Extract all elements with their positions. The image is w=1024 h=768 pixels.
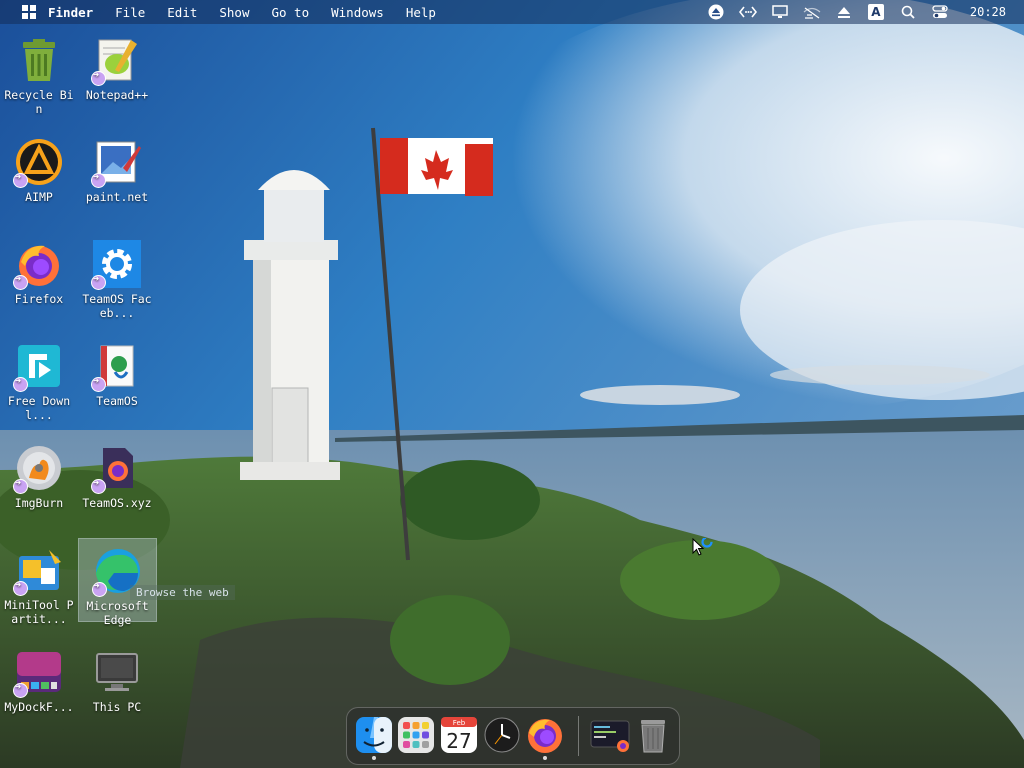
desktop-icon-label: ImgBurn [14,496,64,510]
dock-item-calendar[interactable]: Feb 27 [440,716,478,754]
dock: Feb 27 [346,707,680,765]
dock-item-clock[interactable] [483,716,521,754]
upload-icon[interactable] [835,3,853,21]
desktop-icon-label: TeamOS [96,394,138,408]
desktop-icon-teamos-xyz[interactable]: TeamOS.xyz [80,436,154,532]
desktop-icon-label: Firefox [14,292,64,306]
shortcut-arrow-icon [13,579,28,596]
menubar-clock[interactable]: 20:28 [970,5,1006,19]
keyboard-layout-icon[interactable]: A [867,3,885,21]
network-off-icon[interactable] [803,3,821,21]
dock-item-launchpad[interactable] [397,716,435,754]
menu-finder[interactable]: Finder [48,5,93,20]
display-icon[interactable] [771,3,789,21]
desktop-icon-label: Free Downl... [7,394,71,422]
desktop-icon-label: AIMP [25,190,53,204]
firefox-icon [13,240,63,290]
desktop-icon-free-download-manager[interactable]: Free Downl... [2,334,76,430]
trash-icon [641,720,665,753]
desktop-icon-mydockfinder[interactable]: MyDockF... [2,640,76,736]
running-indicator [543,756,547,760]
desktop-icon-firefox[interactable]: Firefox [2,232,76,328]
firefox-icon [528,719,562,753]
menu-file[interactable]: File [115,5,145,20]
calendar-day: 27 [446,729,471,753]
windows-logo-icon[interactable] [22,5,36,19]
shortcut-arrow-icon [13,681,28,698]
desktop-icon-label: MiniTool Partit... [4,598,74,626]
finder-icon [356,717,392,753]
shortcut-arrow-icon [91,273,106,290]
shortcut-arrow-icon [13,477,28,494]
teamos-xyz-icon [91,444,141,494]
desktop-icon-label: Microsoft Edge [86,599,149,627]
desktop-icon-paint-net[interactable]: paint.net [80,130,154,226]
gear-icon [91,240,141,290]
launchpad-icon [398,717,434,753]
desktop-icon-notepad-plus-plus[interactable]: Notepad++ [80,28,154,124]
dock-item-trash[interactable] [634,716,672,754]
control-center-icon[interactable] [931,3,949,21]
desktop-icon-teamos-facebook[interactable]: TeamOS Faceb... [80,232,154,328]
minitool-partition-icon [13,546,63,596]
desktop-icon-recycle-bin[interactable]: Recycle Bin [2,28,76,124]
eject-icon[interactable] [707,3,725,21]
shortcut-arrow-icon [13,273,28,290]
dock-item-terminal[interactable] [590,716,630,754]
desktop-icon-label: paint.net [85,190,149,204]
shortcut-arrow-icon [91,477,106,494]
mydockfinder-icon [13,648,63,698]
desktop-icon-label: This PC [92,700,142,714]
desktop-icon-label: TeamOS Faceb... [82,292,152,320]
search-icon[interactable] [899,3,917,21]
code-icon[interactable] [738,3,757,21]
terminal-icon [590,720,630,752]
menu-windows[interactable]: Windows [331,5,384,20]
shortcut-arrow-icon [13,171,28,188]
desktop-icon-microsoft-edge[interactable]: Microsoft Edge [78,538,157,627]
desktop-icon-label: TeamOS.xyz [82,496,152,510]
edge-tooltip: Browse the web [130,585,235,600]
menu-go-to[interactable]: Go to [271,5,309,20]
recycle-bin-icon [15,36,63,84]
aimp-icon [13,138,63,188]
menu-bar: Finder File Edit Show Go to Windows Help… [0,0,1024,24]
desktop-icon-teamos[interactable]: TeamOS [80,334,154,430]
menu-show[interactable]: Show [219,5,249,20]
shortcut-arrow-icon [91,375,106,392]
running-indicator [372,756,376,760]
desktop-icon-this-pc[interactable]: This PC [80,640,154,736]
calendar-month: Feb [453,719,466,727]
desktop-icon-aimp[interactable]: AIMP [2,130,76,226]
imgburn-icon [13,444,63,494]
paint-net-icon [91,138,141,188]
clock-icon [484,717,520,753]
menu-edit[interactable]: Edit [167,5,197,20]
teamos-icon [91,342,141,392]
desktop-icon-minitool-partition[interactable]: MiniTool Partit... [2,538,76,634]
mouse-cursor-busy-icon [692,536,718,564]
shortcut-arrow-icon [91,69,106,86]
free-download-manager-icon [13,342,63,392]
shortcut-arrow-icon [91,580,107,597]
menu-help[interactable]: Help [406,5,436,20]
desktop-icon-label: MyDockF... [4,700,74,714]
desktop-icon-imgburn[interactable]: ImgBurn [2,436,76,532]
dock-item-finder[interactable] [355,716,393,760]
shortcut-arrow-icon [91,171,106,188]
status-tray: A 20:28 [700,0,1024,24]
notepad-plus-plus-icon [91,36,141,86]
shortcut-arrow-icon [13,375,28,392]
desktop-icon-label: Recycle Bin [4,88,74,116]
computer-icon [93,648,141,696]
keyboard-layout-label: A [867,4,884,20]
desktop-icon-label: Notepad++ [85,88,149,102]
dock-item-firefox[interactable] [526,716,564,760]
dock-separator [578,716,579,756]
calendar-icon: Feb 27 [441,717,477,753]
